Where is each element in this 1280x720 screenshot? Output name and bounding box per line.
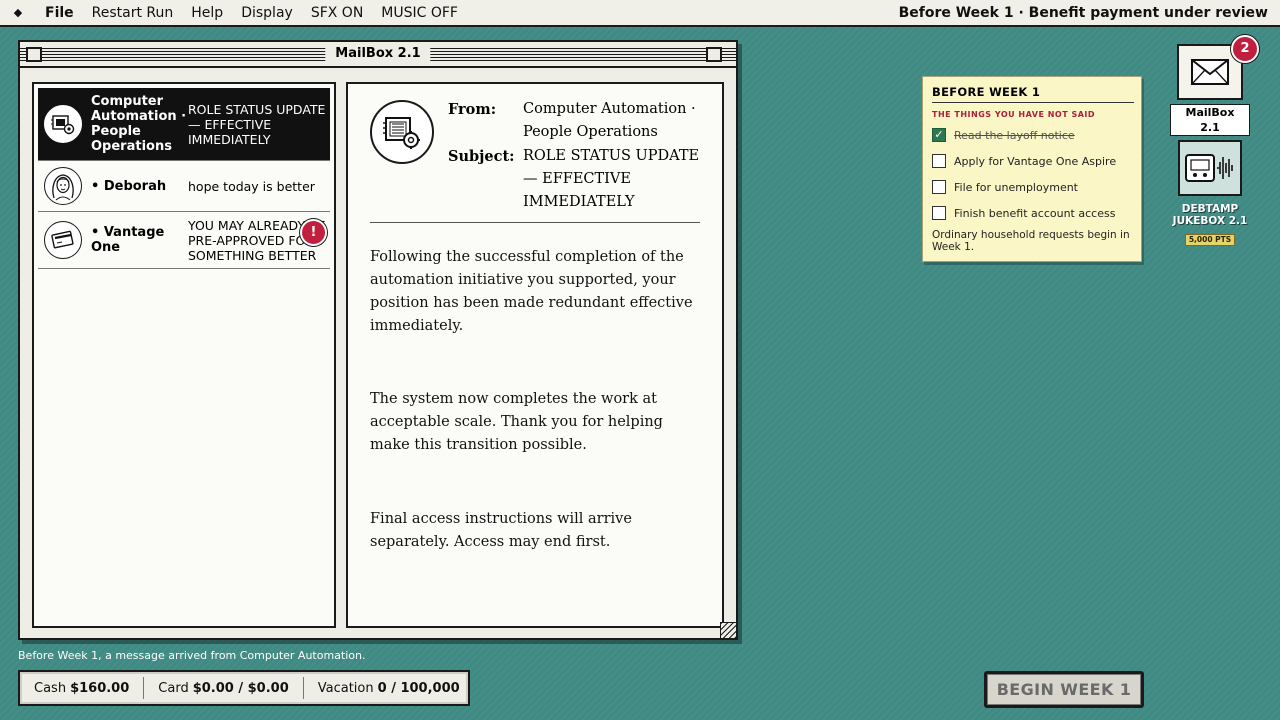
message-sender: • Deborah [91, 178, 167, 194]
subject-label: Subject: [448, 148, 515, 165]
card-label: Card [158, 680, 189, 696]
from-label: From: [448, 101, 497, 118]
menu-bar: ◆ File Restart Run Help Display SFX ON M… [0, 0, 1280, 27]
status-message: Before Week 1, a message arrived from Co… [18, 649, 366, 662]
menu-display[interactable]: Display [232, 0, 302, 26]
note-title: BEFORE WEEK 1 [932, 85, 1134, 103]
reading-pane: From: Computer Automation · People Opera… [346, 82, 724, 628]
mailbox-window: MailBox 2.1 Computer Automation · People… [18, 40, 738, 640]
message-row-vantage[interactable]: • Vantage One YOU MAY ALREADY BE PRE-APP… [38, 212, 330, 269]
note-footer: Ordinary household requests begin in Wee… [932, 229, 1130, 253]
header-divider [370, 222, 700, 223]
card-value: $0.00 / $0.00 [192, 680, 289, 696]
alert-badge-icon: ! [300, 219, 327, 246]
checkbox[interactable] [932, 206, 946, 220]
message-sender: Computer Automation · People Operations [91, 94, 187, 154]
points-badge: 5,000 PTS [1184, 234, 1236, 246]
vacation-field: Vacation 0 / 100,000 [304, 672, 460, 704]
task-item[interactable]: File for unemployment [932, 177, 1132, 197]
task-label: File for unemployment [954, 180, 1078, 194]
sticky-note: BEFORE WEEK 1 THE THINGS YOU HAVE NOT SA… [922, 76, 1142, 262]
close-box-icon[interactable] [26, 47, 42, 62]
credit-card-icon [44, 221, 82, 259]
checkmark-icon[interactable]: ✓ [932, 128, 946, 142]
menu-file[interactable]: File [36, 0, 83, 26]
window-title: MailBox 2.1 [325, 45, 431, 63]
desktop-icon-label: DEBTAMP JUKEBOX 2.1 [1172, 203, 1248, 227]
vacation-label: Vacation [317, 680, 374, 696]
deborah-portrait-icon [44, 167, 82, 205]
menu-help[interactable]: Help [182, 0, 232, 26]
ledger-bar: Cash $160.00 Card $0.00 / $0.00 Vacation… [18, 670, 470, 706]
vacation-value: 0 / 100,000 [377, 680, 460, 696]
body-paragraph: Final access instructions will arrive se… [370, 511, 632, 550]
cash-label: Cash [34, 680, 67, 696]
task-label: Apply for Vantage One Aspire [954, 154, 1117, 168]
task-item[interactable]: Finish benefit account access [932, 203, 1132, 223]
begin-week-label: BEGIN WEEK 1 [987, 674, 1141, 705]
note-subtitle: THE THINGS YOU HAVE NOT SAID [932, 110, 1096, 119]
body-paragraph: Following the successful completion of t… [370, 249, 693, 334]
task-label: Read the layoff notice [954, 128, 1075, 142]
menu-sfx-toggle[interactable]: SFX ON [302, 0, 372, 26]
jukebox-icon [1178, 140, 1242, 196]
task-label: Finish benefit account access [954, 206, 1116, 220]
menu-music-toggle[interactable]: MUSIC OFF [372, 0, 467, 26]
menu-restart-run[interactable]: Restart Run [83, 0, 183, 26]
message-list: Computer Automation · People Operations … [32, 82, 336, 628]
message-row-automation[interactable]: Computer Automation · People Operations … [38, 88, 330, 161]
cash-value: $160.00 [70, 680, 130, 696]
week-status: Before Week 1 · Benefit payment under re… [898, 5, 1268, 21]
window-titlebar[interactable]: MailBox 2.1 [20, 42, 736, 68]
automation-chip-icon [44, 105, 82, 143]
message-sender: • Vantage One [91, 225, 165, 255]
subject-value: ROLE STATUS UPDATE — EFFECTIVE IMMEDIATE… [523, 148, 700, 210]
card-field: Card $0.00 / $0.00 [144, 672, 288, 704]
from-value: Computer Automation · People Operations [523, 101, 696, 140]
message-subject: hope today is better [188, 178, 315, 194]
unread-count-badge: 2 [1231, 35, 1259, 63]
desktop-icon-jukebox[interactable]: DEBTAMP JUKEBOX 2.1 5,000 PTS [1166, 140, 1254, 246]
task-item[interactable]: ✓ Read the layoff notice [932, 125, 1132, 145]
checkbox[interactable] [932, 154, 946, 168]
task-item[interactable]: Apply for Vantage One Aspire [932, 151, 1132, 171]
apple-menu-icon[interactable]: ◆ [0, 6, 36, 19]
resize-handle-icon[interactable] [720, 622, 736, 638]
zoom-box-icon[interactable] [706, 47, 722, 62]
desktop-icon-label: MailBox 2.1 [1170, 104, 1250, 136]
message-subject: ROLE STATUS UPDATE — EFFECTIVE IMMEDIATE… [188, 101, 326, 147]
cash-field: Cash $160.00 [20, 672, 129, 704]
begin-week-button[interactable]: BEGIN WEEK 1 [984, 671, 1144, 708]
sender-automation-icon [370, 100, 434, 164]
checkbox[interactable] [932, 180, 946, 194]
body-paragraph: The system now completes the work at acc… [370, 391, 663, 453]
message-row-deborah[interactable]: • Deborah hope today is better [38, 161, 330, 212]
